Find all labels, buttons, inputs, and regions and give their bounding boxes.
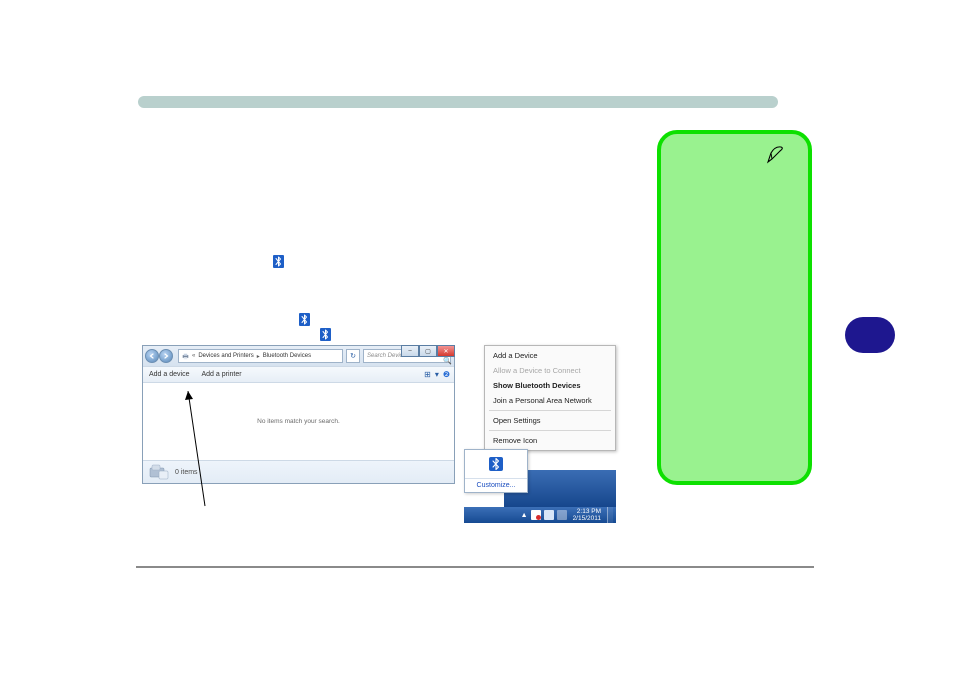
help-icon[interactable]: ❷ bbox=[443, 370, 450, 379]
customize-link[interactable]: Customize... bbox=[465, 478, 527, 492]
refresh-button[interactable]: ↻ bbox=[346, 349, 360, 363]
close-button[interactable]: ✕ bbox=[437, 345, 455, 357]
pen-icon bbox=[766, 144, 786, 169]
footer-rule bbox=[136, 566, 814, 568]
add-printer-button[interactable]: Add a printer bbox=[201, 371, 241, 378]
minimize-button[interactable]: – bbox=[401, 345, 419, 357]
chevron-down-icon[interactable]: ▾ bbox=[435, 370, 439, 379]
clock-time: 2:13 PM bbox=[573, 508, 601, 515]
explorer-window: « Devices and Printers ▸ Bluetooth Devic… bbox=[142, 345, 455, 484]
volume-icon[interactable] bbox=[557, 510, 567, 520]
bluetooth-context-menu: Add a Device Allow a Device to Connect S… bbox=[484, 345, 616, 451]
bluetooth-icon bbox=[273, 255, 284, 268]
breadcrumb[interactable]: « Devices and Printers ▸ Bluetooth Devic… bbox=[178, 349, 343, 363]
maximize-button[interactable]: ▢ bbox=[419, 345, 437, 357]
menu-remove-icon[interactable]: Remove Icon bbox=[485, 433, 615, 448]
nav-buttons bbox=[143, 349, 175, 363]
menu-allow-connect: Allow a Device to Connect bbox=[485, 363, 615, 378]
bluetooth-icon bbox=[299, 313, 310, 326]
add-device-button[interactable]: Add a device bbox=[149, 371, 189, 378]
breadcrumb-seg[interactable]: Bluetooth Devices bbox=[263, 353, 311, 359]
menu-separator bbox=[489, 430, 611, 431]
taskbar: ▲ 2:13 PM 2/15/2011 bbox=[464, 507, 616, 523]
chapter-tab bbox=[845, 317, 895, 353]
forward-button[interactable] bbox=[159, 349, 173, 363]
breadcrumb-seg[interactable]: Devices and Printers bbox=[198, 353, 253, 359]
notification-area-popup: Customize... bbox=[464, 449, 528, 493]
menu-show-devices[interactable]: Show Bluetooth Devices bbox=[485, 378, 615, 393]
clock-date: 2/15/2011 bbox=[573, 515, 601, 522]
devices-folder-icon bbox=[149, 464, 169, 480]
view-icon[interactable]: ⊞ bbox=[424, 370, 431, 379]
tray-icons-area bbox=[465, 450, 527, 478]
status-item-count: 0 items bbox=[175, 469, 198, 476]
menu-separator bbox=[489, 410, 611, 411]
show-desktop-button[interactable] bbox=[607, 507, 613, 523]
customize-label: Customize... bbox=[477, 482, 516, 489]
menu-open-settings[interactable]: Open Settings bbox=[485, 413, 615, 428]
explorer-titlebar: « Devices and Printers ▸ Bluetooth Devic… bbox=[143, 346, 454, 366]
tray-screenshot: Add a Device Allow a Device to Connect S… bbox=[464, 345, 616, 523]
search-icon: 🔍 bbox=[443, 357, 452, 365]
back-button[interactable] bbox=[145, 349, 159, 363]
tray-chevron-icon[interactable]: ▲ bbox=[521, 512, 528, 519]
explorer-toolbar: Add a device Add a printer ⊞ ▾ ❷ bbox=[143, 366, 454, 383]
explorer-body: No items match your search. bbox=[143, 383, 454, 460]
menu-join-pan[interactable]: Join a Personal Area Network bbox=[485, 393, 615, 408]
empty-message: No items match your search. bbox=[257, 418, 340, 425]
chevron-right-icon: « bbox=[192, 353, 195, 359]
note-callout-box bbox=[657, 130, 812, 485]
printer-icon bbox=[182, 353, 189, 360]
section-header-bar bbox=[138, 96, 778, 108]
bluetooth-tray-icon[interactable] bbox=[489, 457, 503, 471]
taskbar-clock[interactable]: 2:13 PM 2/15/2011 bbox=[570, 508, 604, 522]
explorer-statusbar: 0 items bbox=[143, 460, 454, 483]
bluetooth-icon bbox=[320, 328, 331, 341]
chevron-right-icon: ▸ bbox=[257, 353, 260, 360]
action-center-icon[interactable] bbox=[531, 510, 541, 520]
menu-add-device[interactable]: Add a Device bbox=[485, 348, 615, 363]
window-controls: – ▢ ✕ bbox=[401, 345, 455, 357]
network-icon[interactable] bbox=[544, 510, 554, 520]
